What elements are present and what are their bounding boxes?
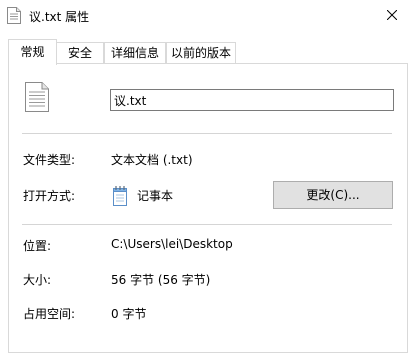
size-value: 56 字节 (56 字节) bbox=[111, 273, 211, 287]
change-button[interactable]: 更改(C)... bbox=[273, 181, 393, 209]
text-file-icon bbox=[7, 7, 21, 24]
close-icon bbox=[386, 9, 398, 23]
properties-window: 议.txt 属性 常规 安全 详细信息 以前的版本 议.txt 文件类型: 文本… bbox=[0, 0, 415, 353]
window-title: 议.txt 属性 bbox=[29, 10, 90, 24]
title-bar[interactable]: 议.txt 属性 bbox=[0, 0, 415, 31]
size-on-disk-value: 0 字节 bbox=[111, 307, 147, 321]
tab-security[interactable]: 安全 bbox=[56, 42, 104, 63]
size-label: 大小: bbox=[23, 273, 52, 287]
tab-previous-versions[interactable]: 以前的版本 bbox=[166, 42, 236, 63]
separator bbox=[22, 133, 392, 134]
file-name-input[interactable] bbox=[110, 89, 394, 111]
tab-details[interactable]: 详细信息 bbox=[104, 42, 166, 63]
size-on-disk-label: 占用空间: bbox=[23, 307, 76, 321]
file-type-value: 文本文档 (.txt) bbox=[111, 153, 193, 167]
file-type-label: 文件类型: bbox=[23, 153, 76, 167]
location-label: 位置: bbox=[23, 239, 52, 253]
tab-general[interactable]: 常规 bbox=[8, 39, 57, 65]
open-with-app: 记事本 bbox=[137, 189, 174, 203]
location-value: C:\Users\lei\Desktop bbox=[111, 237, 233, 251]
tab-strip: 常规 安全 详细信息 以前的版本 bbox=[0, 39, 415, 65]
close-button[interactable] bbox=[369, 0, 415, 31]
notepad-icon bbox=[111, 185, 129, 206]
separator bbox=[22, 224, 392, 225]
document-icon bbox=[25, 82, 49, 112]
open-with-label: 打开方式: bbox=[23, 189, 76, 203]
